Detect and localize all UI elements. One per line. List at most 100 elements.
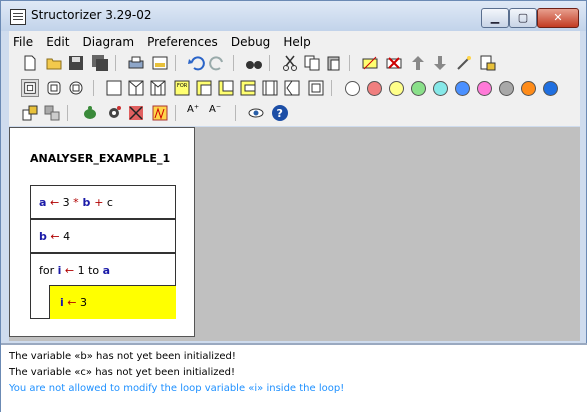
toolbar-separator <box>175 55 176 71</box>
view-main-icon[interactable] <box>45 79 63 97</box>
title-bar: Structorizer 3.29-02 ▁ ▢ ✕ <box>1 1 586 31</box>
message-line[interactable]: The variable «c» has not yet been initia… <box>9 367 235 378</box>
loop-keyword-for: for <box>39 264 58 277</box>
minimize-button[interactable]: ▁ <box>481 8 509 28</box>
nassi-diagram[interactable]: ANALYSER_EXAMPLE_1 a ← 3 * b + c b ← 4 f… <box>9 127 195 337</box>
loop-body-statement[interactable]: i ← 3 <box>49 285 176 319</box>
analyser-messages: The variable «b» has not yet been initia… <box>1 343 587 415</box>
main-window: Structorizer 3.29-02 ▁ ▢ ✕ File Edit Dia… <box>0 0 587 415</box>
statement-assign-a[interactable]: a ← 3 * b + c <box>30 185 176 219</box>
view-nice-icon[interactable] <box>21 79 39 97</box>
arranger-index-icon[interactable] <box>43 104 61 122</box>
stmt-arrow: ← <box>49 196 60 209</box>
color-swatch[interactable] <box>367 81 382 96</box>
menu-preferences[interactable]: Preferences <box>143 32 222 49</box>
diagram-name[interactable]: ANALYSER_EXAMPLE_1 <box>30 152 170 165</box>
toolbar-separator <box>233 55 234 71</box>
svg-text:?: ? <box>277 107 283 120</box>
message-line[interactable]: You are not allowed to modify the loop v… <box>9 383 344 394</box>
redo-icon[interactable] <box>209 54 227 72</box>
analyser-icon[interactable] <box>151 104 169 122</box>
window-title: Structorizer 3.29-02 <box>31 8 152 22</box>
print-icon[interactable] <box>127 54 145 72</box>
executor-icon[interactable] <box>105 104 123 122</box>
diagram-canvas[interactable]: ANALYSER_EXAMPLE_1 a ← 3 * b + c b ← 4 f… <box>9 127 580 341</box>
toolbar-separator <box>269 55 270 71</box>
while-loop-icon[interactable] <box>195 79 213 97</box>
color-swatch[interactable] <box>433 81 448 96</box>
stmt-expr: 4 <box>59 230 71 243</box>
font-down-icon[interactable]: A⁻ <box>209 104 227 122</box>
menu-help[interactable]: Help <box>279 32 314 49</box>
instruction-icon[interactable] <box>105 79 123 97</box>
stmt-var-b: b <box>78 196 95 209</box>
jump-icon[interactable] <box>283 79 301 97</box>
color-swatch[interactable] <box>411 81 426 96</box>
svg-text:FOR: FOR <box>177 83 188 89</box>
find-icon[interactable] <box>245 54 263 72</box>
undo-icon[interactable] <box>187 54 205 72</box>
for-loop[interactable]: for i ← 1 to a i ← 3 <box>30 253 176 319</box>
menu-edit[interactable]: Edit <box>42 32 73 49</box>
color-swatch[interactable] <box>543 81 558 96</box>
help-icon[interactable]: ? <box>271 104 289 122</box>
outline-icon[interactable] <box>479 54 497 72</box>
breakpoints-off-icon[interactable] <box>127 104 145 122</box>
parallel-icon[interactable] <box>307 79 325 97</box>
case-icon[interactable] <box>149 79 167 97</box>
repeat-loop-icon[interactable] <box>217 79 235 97</box>
arranger-icon[interactable] <box>21 104 39 122</box>
save-all-icon[interactable] <box>91 54 109 72</box>
toolbar-separator <box>67 105 68 121</box>
eye-icon[interactable] <box>247 104 265 122</box>
for-loop-icon[interactable]: FOR <box>173 79 191 97</box>
turtle-icon[interactable] <box>81 104 99 122</box>
color-swatch[interactable] <box>477 81 492 96</box>
message-line[interactable]: The variable «b» has not yet been initia… <box>9 351 236 362</box>
color-swatch[interactable] <box>521 81 536 96</box>
menu-debug[interactable]: Debug <box>227 32 274 49</box>
toolbar-elements: FOR <box>9 76 580 101</box>
stmt-var: i <box>60 296 64 309</box>
toolbar-separator <box>331 80 332 96</box>
magic-wand-icon[interactable] <box>455 54 473 72</box>
stmt-arrow: ← <box>50 230 60 243</box>
toolbar-tools: A⁺ A⁻ ? <box>9 101 580 126</box>
statement-assign-b[interactable]: b ← 4 <box>30 219 176 253</box>
font-up-icon[interactable]: A⁺ <box>187 104 205 122</box>
stmt-arrow: ← <box>67 296 77 309</box>
delete-element-icon[interactable] <box>385 54 403 72</box>
forever-loop-icon[interactable] <box>239 79 257 97</box>
move-up-icon[interactable] <box>409 54 427 72</box>
close-button[interactable]: ✕ <box>537 8 579 28</box>
save-icon[interactable] <box>67 54 85 72</box>
call-icon[interactable] <box>261 79 279 97</box>
color-swatch[interactable] <box>455 81 470 96</box>
color-swatch[interactable] <box>345 81 360 96</box>
maximize-button[interactable]: ▢ <box>509 8 537 28</box>
stmt-var: a <box>39 196 47 209</box>
stmt-var: b <box>39 230 47 243</box>
stmt-var-c: c <box>103 196 113 209</box>
cut-icon[interactable] <box>281 54 299 72</box>
stmt-expr: 3 <box>59 196 74 209</box>
toolbar-separator <box>93 80 94 96</box>
color-swatch[interactable] <box>389 81 404 96</box>
view-sub-icon[interactable] <box>67 79 85 97</box>
new-file-icon[interactable] <box>21 54 39 72</box>
if-icon[interactable] <box>127 79 145 97</box>
open-folder-icon[interactable] <box>45 54 63 72</box>
menu-file[interactable]: File <box>9 32 37 49</box>
loop-range: 1 to <box>77 264 103 277</box>
toolbar-separator <box>235 105 236 121</box>
loop-arrow: ← <box>61 264 78 277</box>
stmt-expr: 3 <box>76 296 87 309</box>
menu-diagram[interactable]: Diagram <box>79 32 139 49</box>
color-swatch[interactable] <box>499 81 514 96</box>
edit-element-icon[interactable] <box>361 54 379 72</box>
export-picture-icon[interactable] <box>151 54 169 72</box>
toolbar-separator <box>349 55 350 71</box>
copy-icon[interactable] <box>303 54 321 72</box>
paste-icon[interactable] <box>325 54 343 72</box>
move-down-icon[interactable] <box>431 54 449 72</box>
